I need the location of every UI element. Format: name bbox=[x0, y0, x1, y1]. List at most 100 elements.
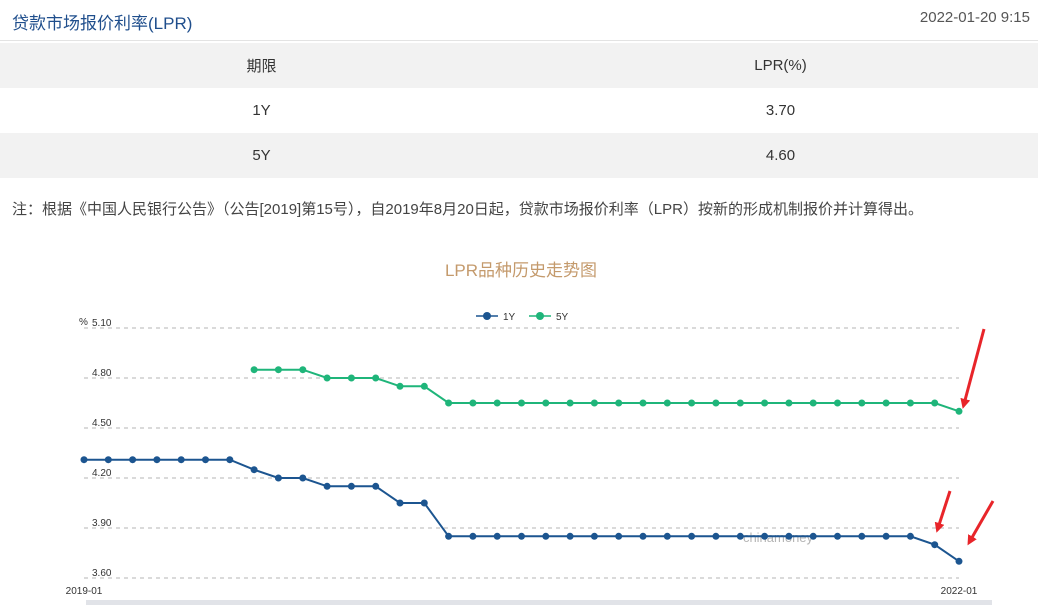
data-point-5y[interactable] bbox=[469, 399, 477, 407]
data-point-1y[interactable] bbox=[809, 532, 817, 540]
y-tick-label: 3.90 bbox=[92, 518, 112, 529]
data-point-5y[interactable] bbox=[736, 399, 744, 407]
data-point-5y[interactable] bbox=[761, 399, 769, 407]
data-point-1y[interactable] bbox=[250, 466, 258, 474]
chart-grid bbox=[84, 327, 959, 579]
methodology-note: 注：根据《中国人民银行公告》（公告[2019]第15号），自2019年8月20日… bbox=[12, 201, 923, 218]
data-point-5y[interactable] bbox=[420, 382, 428, 390]
y-tick-label: 4.80 bbox=[92, 368, 112, 379]
legend-marker-1y bbox=[483, 312, 491, 320]
data-point-1y[interactable] bbox=[688, 532, 696, 540]
data-point-1y[interactable] bbox=[736, 532, 744, 540]
data-point-5y[interactable] bbox=[493, 399, 501, 407]
data-point-1y[interactable] bbox=[566, 532, 574, 540]
data-point-1y[interactable] bbox=[347, 482, 355, 490]
data-point-1y[interactable] bbox=[639, 532, 647, 540]
data-point-1y[interactable] bbox=[177, 456, 185, 464]
data-point-5y[interactable] bbox=[518, 399, 525, 407]
data-point-5y[interactable] bbox=[688, 399, 696, 407]
data-point-1y[interactable] bbox=[882, 532, 890, 540]
data-point-5y[interactable] bbox=[299, 366, 307, 374]
data-point-1y[interactable] bbox=[858, 532, 866, 540]
data-point-5y[interactable] bbox=[323, 374, 331, 382]
series-line-1y bbox=[84, 458, 960, 563]
data-point-5y[interactable] bbox=[445, 399, 453, 407]
table-row: 1Y 3.70 bbox=[0, 88, 1038, 133]
chart-series bbox=[80, 366, 963, 565]
lpr-history-chart: LPR品种历史走势图 1Y 5Y % 5.10 4.80 4.50 4.20 3.90 3… bbox=[66, 261, 995, 605]
data-point-1y[interactable] bbox=[712, 532, 720, 540]
data-point-1y[interactable] bbox=[445, 532, 453, 540]
data-point-5y[interactable] bbox=[590, 399, 598, 407]
data-point-1y[interactable] bbox=[590, 532, 598, 540]
legend-label-1y[interactable]: 1Y bbox=[503, 312, 516, 323]
data-point-1y[interactable] bbox=[202, 456, 209, 464]
y-tick-label: 4.20 bbox=[92, 468, 112, 479]
data-point-5y[interactable] bbox=[347, 374, 355, 382]
red-arrow-icon bbox=[934, 490, 952, 533]
data-point-1y[interactable] bbox=[955, 557, 963, 565]
data-point-1y[interactable] bbox=[274, 474, 282, 482]
data-point-5y[interactable] bbox=[639, 399, 647, 407]
x-tick-label-start: 2019-01 bbox=[66, 586, 103, 597]
y-axis-ticks: 5.10 4.80 4.50 4.20 3.90 3.60 bbox=[92, 318, 112, 579]
data-point-1y[interactable] bbox=[396, 499, 404, 507]
table-row: 5Y 4.60 bbox=[0, 133, 1038, 178]
data-point-1y[interactable] bbox=[104, 456, 112, 464]
zoom-slider-track[interactable] bbox=[86, 600, 992, 605]
data-point-5y[interactable] bbox=[955, 407, 963, 415]
red-arrow-icon bbox=[967, 500, 995, 546]
page-title: 贷款市场报价利率(LPR) bbox=[12, 14, 193, 33]
chinamoney-watermark: chinamoney bbox=[743, 530, 814, 545]
data-point-1y[interactable] bbox=[931, 541, 939, 549]
data-point-1y[interactable] bbox=[906, 532, 914, 540]
data-point-5y[interactable] bbox=[615, 399, 623, 407]
data-point-5y[interactable] bbox=[663, 399, 671, 407]
data-point-5y[interactable] bbox=[834, 399, 841, 407]
y-tick-label: 4.50 bbox=[92, 418, 112, 429]
data-point-5y[interactable] bbox=[858, 399, 866, 407]
data-point-5y[interactable] bbox=[931, 399, 939, 407]
data-point-1y[interactable] bbox=[420, 499, 428, 507]
term-cell: 1Y bbox=[252, 102, 271, 119]
data-point-5y[interactable] bbox=[785, 399, 793, 407]
data-point-5y[interactable] bbox=[250, 366, 258, 374]
data-point-1y[interactable] bbox=[761, 532, 769, 540]
rate-cell: 3.70 bbox=[765, 102, 796, 119]
rate-cell: 4.60 bbox=[523, 133, 1038, 178]
column-header-term: 期限 bbox=[0, 43, 523, 88]
data-point-1y[interactable] bbox=[226, 456, 234, 464]
data-point-1y[interactable] bbox=[518, 532, 525, 540]
data-point-1y[interactable] bbox=[299, 474, 307, 482]
data-point-1y[interactable] bbox=[129, 456, 137, 464]
data-point-5y[interactable] bbox=[566, 399, 574, 407]
term-cell: 5Y bbox=[0, 133, 523, 178]
timestamp: 2022-01-20 9:15 bbox=[919, 9, 1030, 26]
y-tick-label: 5.10 bbox=[92, 318, 112, 329]
data-point-1y[interactable] bbox=[372, 482, 380, 490]
red-arrow-icon bbox=[960, 328, 986, 409]
data-point-5y[interactable] bbox=[809, 399, 817, 407]
data-point-1y[interactable] bbox=[153, 456, 161, 464]
data-point-5y[interactable] bbox=[274, 366, 282, 374]
legend-label-5y[interactable]: 5Y bbox=[556, 312, 569, 323]
data-point-1y[interactable] bbox=[542, 532, 550, 540]
data-point-5y[interactable] bbox=[372, 374, 380, 382]
data-point-5y[interactable] bbox=[906, 399, 914, 407]
x-tick-label-end: 2022-01 bbox=[941, 586, 978, 597]
data-point-1y[interactable] bbox=[323, 482, 331, 490]
data-point-5y[interactable] bbox=[712, 399, 720, 407]
lpr-rate-table: 期限 LPR(%) 1Y 3.70 5Y 4.60 bbox=[0, 43, 1038, 178]
data-point-1y[interactable] bbox=[469, 532, 477, 540]
chart-legend: 1Y 5Y bbox=[476, 312, 569, 323]
data-point-1y[interactable] bbox=[834, 532, 841, 540]
data-point-1y[interactable] bbox=[493, 532, 501, 540]
data-point-1y[interactable] bbox=[663, 532, 671, 540]
data-point-5y[interactable] bbox=[396, 382, 404, 390]
column-header-rate: LPR(%) bbox=[523, 43, 1038, 88]
data-point-5y[interactable] bbox=[882, 399, 890, 407]
data-point-1y[interactable] bbox=[80, 456, 88, 464]
data-point-1y[interactable] bbox=[785, 532, 793, 540]
data-point-5y[interactable] bbox=[542, 399, 550, 407]
data-point-1y[interactable] bbox=[615, 532, 623, 540]
